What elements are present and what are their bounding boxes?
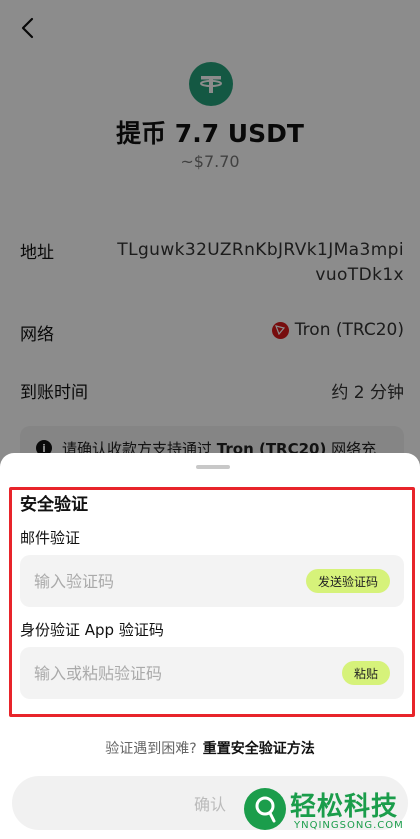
email-verify-label: 邮件验证 [20,529,81,547]
watermark-subtext: YNQINGSONG.COM [294,820,404,831]
auth-code-input[interactable] [34,647,284,699]
auth-app-label: 身份验证 App 验证码 [20,621,164,639]
paste-button[interactable]: 粘贴 [341,661,390,685]
email-code-field: 发送验证码 [20,555,404,607]
sheet-handle[interactable] [196,465,230,469]
reset-verification-link[interactable]: 重置安全验证方法 [203,741,315,757]
trouble-text: 验证遇到困难? [105,741,197,757]
watermark: 轻松科技 YNQINGSONG.COM [244,784,420,839]
send-code-button[interactable]: 发送验证码 [305,569,390,593]
watermark-logo-icon [244,788,286,830]
security-verification-sheet: 安全验证 邮件验证 发送验证码 身份验证 App 验证码 粘贴 验证遇到困难? 重… [0,453,420,839]
verification-help: 验证遇到困难? 重置安全验证方法 [0,738,420,758]
auth-code-field: 粘贴 [20,647,404,699]
email-code-input[interactable] [34,555,284,607]
sheet-title: 安全验证 [20,495,88,515]
watermark-text: 轻松科技 [290,792,399,822]
